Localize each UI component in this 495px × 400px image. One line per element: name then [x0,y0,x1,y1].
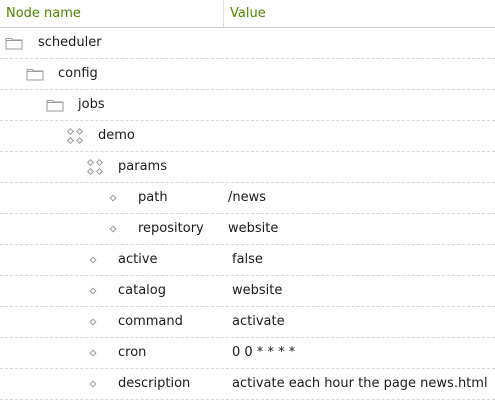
node-value[interactable]: /news [228,183,266,213]
tree-row-path[interactable]: path/news [0,183,495,214]
node-value[interactable]: website [232,276,282,306]
tree-row-params[interactable]: params [0,152,495,183]
property-icon [88,245,98,275]
node-name-label: cron [118,345,147,360]
content-node-icon [86,152,104,182]
folder-icon [26,59,44,89]
content-node-icon [66,121,84,151]
node-name-label: description [118,376,191,391]
folder-icon [46,90,64,120]
node-name-label: params [118,159,167,174]
node-name-label: path [138,190,168,205]
node-value[interactable]: activate each hour the page news.html [232,369,488,399]
property-icon [108,214,118,244]
tree-row-scheduler[interactable]: scheduler [0,28,495,59]
node-name-label: active [118,252,158,267]
tree-row-active[interactable]: active false [0,245,495,276]
tree-row-catalog[interactable]: catalog website [0,276,495,307]
node-name-label: repository [138,221,204,236]
tree-rows: scheduler config jobs demo params path/news re… [0,28,495,400]
tree-row-jobs[interactable]: jobs [0,90,495,121]
property-icon [88,307,98,337]
property-icon [108,183,118,213]
property-icon [88,276,98,306]
property-icon [88,369,98,399]
tree-row-demo[interactable]: demo [0,121,495,152]
value-column-header[interactable]: Value [230,0,266,28]
node-value[interactable]: false [232,245,263,275]
node-value[interactable]: 0 0 * * * * [232,338,295,368]
tree-row-description[interactable]: description activate each hour the page n… [0,369,495,400]
tree-row-repository[interactable]: repository website [0,214,495,245]
tree-header: Node name Value [0,0,495,28]
folder-icon [5,28,23,58]
node-name-column-header[interactable]: Node name [6,0,81,28]
tree-row-cron[interactable]: cron 0 0 * * * * [0,338,495,369]
node-tree: Node name Value scheduler config jobs demo p… [0,0,495,400]
tree-row-config[interactable]: config [0,59,495,90]
node-value[interactable]: website [228,214,278,244]
node-name-label: command [118,314,183,329]
node-name-label: config [58,66,98,81]
node-name-label: jobs [78,97,105,112]
node-name-label: scheduler [38,35,102,50]
node-name-label: demo [98,128,135,143]
property-icon [88,338,98,368]
node-value[interactable]: activate [232,307,285,337]
tree-row-command[interactable]: command activate [0,307,495,338]
node-name-label: catalog [118,283,166,298]
column-divider[interactable] [223,0,224,28]
